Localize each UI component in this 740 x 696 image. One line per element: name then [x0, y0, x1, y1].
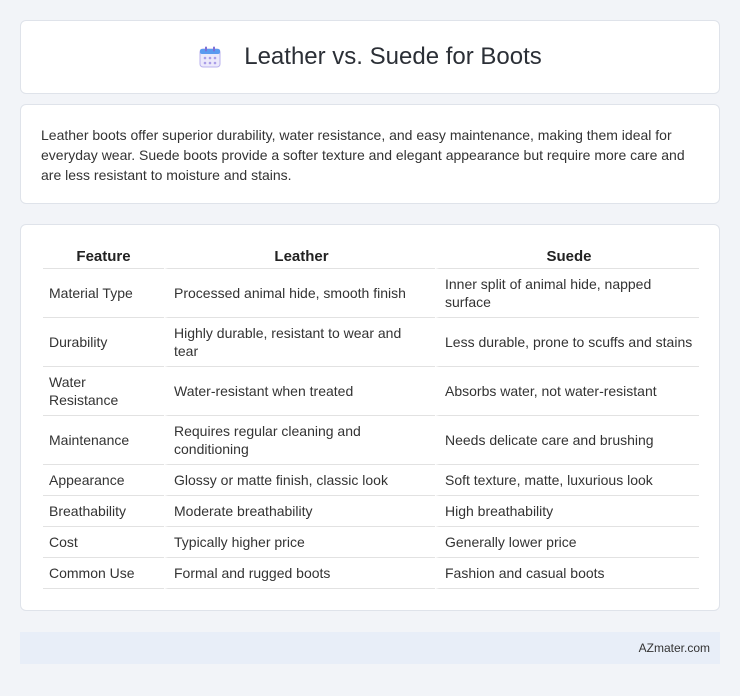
suede-cell: Generally lower price	[435, 527, 699, 558]
table-row: Cost Typically higher price Generally lo…	[43, 527, 699, 558]
calendar-icon	[198, 45, 222, 69]
feature-cell: Maintenance	[43, 416, 164, 465]
column-header-suede: Suede	[435, 245, 699, 269]
suede-cell: Soft texture, matte, luxurious look	[435, 465, 699, 496]
feature-cell: Breathability	[43, 496, 164, 527]
column-header-feature: Feature	[43, 245, 164, 269]
leather-cell: Requires regular cleaning and conditioni…	[164, 416, 435, 465]
leather-cell: Formal and rugged boots	[164, 558, 435, 589]
comparison-table: Feature Leather Suede Material Type Proc…	[43, 245, 699, 589]
leather-cell: Water-resistant when treated	[164, 367, 435, 416]
feature-cell: Durability	[43, 318, 164, 367]
suede-cell: Less durable, prone to scuffs and stains	[435, 318, 699, 367]
footer-site-link[interactable]: AZmater.com	[639, 641, 710, 655]
leather-cell: Highly durable, resistant to wear and te…	[164, 318, 435, 367]
suede-cell: Absorbs water, not water-resistant	[435, 367, 699, 416]
feature-cell: Appearance	[43, 465, 164, 496]
footer: AZmater.com	[20, 632, 720, 664]
table-row: Maintenance Requires regular cleaning an…	[43, 416, 699, 465]
suede-cell: Needs delicate care and brushing	[435, 416, 699, 465]
suede-cell: High breathability	[435, 496, 699, 527]
table-row: Appearance Glossy or matte finish, class…	[43, 465, 699, 496]
table-row: Durability Highly durable, resistant to …	[43, 318, 699, 367]
title-card: Leather vs. Suede for Boots	[20, 20, 720, 94]
leather-cell: Processed animal hide, smooth finish	[164, 269, 435, 318]
table-row: Common Use Formal and rugged boots Fashi…	[43, 558, 699, 589]
table-row: Material Type Processed animal hide, smo…	[43, 269, 699, 318]
table-header-row: Feature Leather Suede	[43, 245, 699, 269]
page-title: Leather vs. Suede for Boots	[244, 43, 542, 70]
suede-cell: Fashion and casual boots	[435, 558, 699, 589]
feature-cell: Water Resistance	[43, 367, 164, 416]
leather-cell: Moderate breathability	[164, 496, 435, 527]
table-row: Breathability Moderate breathability Hig…	[43, 496, 699, 527]
intro-card: Leather boots offer superior durability,…	[20, 104, 720, 204]
leather-cell: Typically higher price	[164, 527, 435, 558]
feature-cell: Material Type	[43, 269, 164, 318]
feature-cell: Cost	[43, 527, 164, 558]
intro-text: Leather boots offer superior durability,…	[41, 127, 685, 183]
comparison-card: Feature Leather Suede Material Type Proc…	[20, 224, 720, 611]
leather-cell: Glossy or matte finish, classic look	[164, 465, 435, 496]
column-header-leather: Leather	[164, 245, 435, 269]
feature-cell: Common Use	[43, 558, 164, 589]
table-row: Water Resistance Water-resistant when tr…	[43, 367, 699, 416]
suede-cell: Inner split of animal hide, napped surfa…	[435, 269, 699, 318]
